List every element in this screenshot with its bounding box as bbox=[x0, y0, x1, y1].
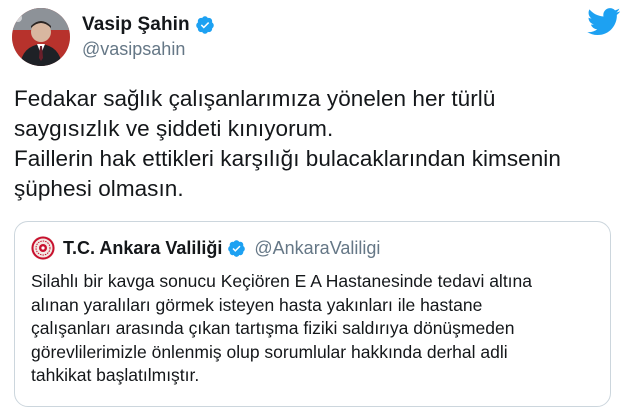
quoted-author-avatar[interactable] bbox=[31, 236, 55, 260]
quoted-author-handle[interactable]: @AnkaraValiligi bbox=[254, 238, 380, 259]
quoted-text-line: görevlilerimizle önlenmiş olup sorumlula… bbox=[31, 341, 508, 362]
twitter-bird-icon[interactable] bbox=[587, 8, 621, 36]
quoted-text-line: çalışanları arasında çıkan tartışma fizi… bbox=[31, 318, 515, 338]
quoted-author-display-name[interactable]: T.C. Ankara Valiliği bbox=[63, 238, 222, 259]
author-handle[interactable]: @vasipsahin bbox=[82, 39, 215, 60]
quoted-tweet-header: T.C. Ankara Valiliği @AnkaraValiligi bbox=[31, 236, 380, 260]
tweet-text-line: Fedakar sağlık çalışanlarımıza yönelen h… bbox=[14, 86, 496, 111]
tweet-header: Vasip Şahin @vasipsahin bbox=[12, 6, 215, 68]
author-name-row: Vasip Şahin bbox=[82, 14, 215, 36]
tweet-text-line: saygısızlık ve şiddeti kınıyorum. bbox=[14, 116, 334, 141]
tweet-card: Vasip Şahin @vasipsahin Fedakar sağlık ç… bbox=[0, 0, 635, 416]
author-names: Vasip Şahin @vasipsahin bbox=[82, 14, 215, 60]
verified-badge-icon bbox=[195, 15, 215, 35]
verified-badge-icon bbox=[227, 239, 246, 258]
quoted-text-line: Silahlı bir kavga sonucu Keçiören E A Ha… bbox=[31, 271, 533, 291]
author-display-name[interactable]: Vasip Şahin bbox=[82, 14, 190, 36]
quoted-text-line: tahkikat başlatılmıştır. bbox=[31, 365, 200, 385]
tweet-text: Fedakar sağlık çalışanlarımıza yönelen h… bbox=[14, 84, 624, 204]
quoted-text-line: alınan yaralıları görmek isteyen hasta y… bbox=[31, 294, 483, 315]
quoted-tweet[interactable]: T.C. Ankara Valiliği @AnkaraValiligi Sil… bbox=[14, 221, 611, 407]
tweet-text-line: şüphesi olmasın. bbox=[14, 176, 184, 201]
author-avatar[interactable] bbox=[12, 8, 70, 66]
tweet-text-line: Faillerin hak ettikleri karşılığı bulaca… bbox=[14, 146, 561, 171]
quoted-tweet-text: Silahlı bir kavga sonucu Keçiören E A Ha… bbox=[31, 270, 601, 388]
